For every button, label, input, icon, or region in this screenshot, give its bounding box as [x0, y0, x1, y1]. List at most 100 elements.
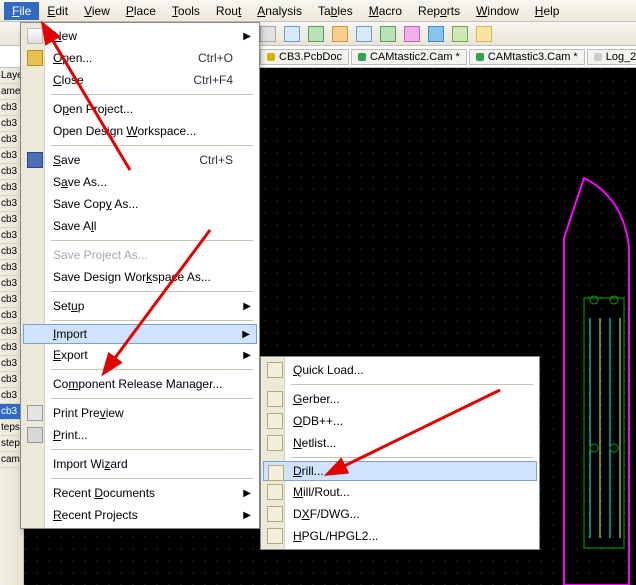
toolbar-icon[interactable]	[260, 26, 276, 42]
menu-file[interactable]: File	[4, 2, 39, 20]
menu-label: ODB++...	[293, 414, 343, 428]
file-menu-setup[interactable]: Setup▶	[23, 295, 257, 317]
menu-tools[interactable]: Tools	[164, 2, 208, 20]
menu-label: Print...	[53, 428, 88, 442]
menu-macro[interactable]: Macro	[361, 2, 410, 20]
file-menu-save-all[interactable]: Save All	[23, 215, 257, 237]
import-item-icon	[267, 391, 283, 407]
file-menu-open-project[interactable]: Open Project...	[23, 98, 257, 120]
open-icon	[27, 50, 43, 66]
menu-label: Quick Load...	[293, 363, 364, 377]
import-item-icon	[267, 435, 283, 451]
file-menu-print-preview[interactable]: Print Preview	[23, 402, 257, 424]
menu-label: New	[53, 29, 77, 43]
toolbar-icon[interactable]	[428, 26, 444, 42]
toolbar-icon[interactable]	[356, 26, 372, 42]
import-item-icon	[267, 362, 283, 378]
import-item-icon	[268, 465, 284, 481]
file-menu-import[interactable]: Import ▶	[23, 324, 257, 344]
import-item-icon	[267, 413, 283, 429]
file-menu-import-wizard[interactable]: Import Wizard	[23, 453, 257, 475]
shortcut: Ctrl+F4	[193, 73, 233, 87]
menu-window[interactable]: Window	[468, 2, 527, 20]
shortcut: Ctrl+S	[199, 153, 233, 167]
tab-camtastic2[interactable]: CAMtastic2.Cam *	[351, 49, 467, 65]
import-dxf-dwg[interactable]: DXF/DWG...	[263, 503, 537, 525]
file-menu-save-copy-as[interactable]: Save Copy As...	[23, 193, 257, 215]
submenu-arrow-icon: ▶	[243, 510, 251, 521]
save-icon	[27, 152, 43, 168]
menubar: File Edit View Place Tools Rout Analysis…	[0, 0, 636, 22]
file-menu-component-release-manager[interactable]: Component Release Manager...	[23, 373, 257, 395]
menu-label: Open...	[53, 51, 92, 65]
file-menu-new[interactable]: New ▶	[23, 25, 257, 47]
menu-label: Drill...	[293, 464, 324, 478]
menu-tables[interactable]: Tables	[310, 2, 361, 20]
pcb-icon	[267, 53, 275, 61]
import-quick-load[interactable]: Quick Load...	[263, 359, 537, 381]
import-item-icon	[267, 506, 283, 522]
import-drill[interactable]: Drill...	[263, 461, 537, 481]
menu-view[interactable]: View	[76, 2, 118, 20]
import-odb[interactable]: ODB++...	[263, 410, 537, 432]
file-menu-save[interactable]: Save Ctrl+S	[23, 149, 257, 171]
log-icon	[594, 53, 602, 61]
file-menu: New ▶ Open...Ctrl+OCloseCtrl+F4 Open Projec…	[20, 22, 260, 529]
menu-label: Open Project...	[53, 102, 133, 116]
submenu-arrow-icon: ▶	[243, 488, 251, 499]
file-menu-open[interactable]: Open...Ctrl+O	[23, 47, 257, 69]
menu-label: DXF/DWG...	[293, 507, 360, 521]
import-mill-rout[interactable]: Mill/Rout...	[263, 481, 537, 503]
menu-reports[interactable]: Reports	[410, 2, 468, 20]
file-menu-recent-projects[interactable]: Recent Projects▶	[23, 504, 257, 526]
menu-help[interactable]: Help	[527, 2, 568, 20]
menu-label: Open Design Workspace...	[53, 124, 196, 138]
menu-analysis[interactable]: Analysis	[249, 2, 310, 20]
tab-cb3[interactable]: CB3.PcbDoc	[260, 49, 349, 65]
import-netlist[interactable]: Netlist...	[263, 432, 537, 454]
toolbar-icon[interactable]	[452, 26, 468, 42]
new-icon	[27, 28, 43, 44]
toolbar-icon[interactable]	[308, 26, 324, 42]
menu-label: Save Design Workspace As...	[53, 270, 211, 284]
file-menu-save-design-workspace-as[interactable]: Save Design Workspace As...	[23, 266, 257, 288]
tab-camtastic3[interactable]: CAMtastic3.Cam *	[469, 49, 585, 65]
toolbar-icon[interactable]	[404, 26, 420, 42]
menu-label: Mill/Rout...	[293, 485, 350, 499]
toolbar-icon[interactable]	[380, 26, 396, 42]
file-menu-save-as[interactable]: Save As...	[23, 171, 257, 193]
cam-icon	[358, 53, 366, 61]
file-menu-open-design-workspace[interactable]: Open Design Workspace...	[23, 120, 257, 142]
menu-label: Export	[53, 348, 88, 362]
file-menu-recent-documents[interactable]: Recent Documents▶	[23, 482, 257, 504]
submenu-arrow-icon: ▶	[242, 329, 250, 340]
menu-label: Netlist...	[293, 436, 336, 450]
menu-rout[interactable]: Rout	[208, 2, 249, 20]
menu-edit[interactable]: Edit	[39, 2, 76, 20]
toolbar-icon[interactable]	[284, 26, 300, 42]
menu-place[interactable]: Place	[118, 2, 164, 20]
menu-label: Import	[53, 327, 87, 341]
toolbar-icon[interactable]	[476, 26, 492, 42]
import-gerber[interactable]: Gerber...	[263, 388, 537, 410]
menu-label: Save	[53, 153, 80, 167]
menu-label: Save All	[53, 219, 96, 233]
menu-label: Setup	[53, 299, 84, 313]
menu-label: Gerber...	[293, 392, 340, 406]
menu-label: Print Preview	[53, 406, 124, 420]
import-item-icon	[267, 528, 283, 544]
import-item-icon	[267, 484, 283, 500]
file-menu-print[interactable]: Print...	[23, 424, 257, 446]
file-menu-save-project-as: Save Project As...	[23, 244, 257, 266]
toolbar-icon[interactable]	[332, 26, 348, 42]
menu-label: Component Release Manager...	[53, 377, 222, 391]
file-menu-export[interactable]: Export ▶	[23, 344, 257, 366]
import-hpgl-hpgl[interactable]: HPGL/HPGL2...	[263, 525, 537, 547]
import-submenu: Quick Load... Gerber... ODB++... Netlist...…	[260, 356, 540, 550]
submenu-arrow-icon: ▶	[243, 350, 251, 361]
submenu-arrow-icon: ▶	[243, 31, 251, 42]
cam-icon	[476, 53, 484, 61]
tab-log201[interactable]: Log_201	[587, 49, 636, 65]
file-menu-close[interactable]: CloseCtrl+F4	[23, 69, 257, 91]
menu-label: Save Copy As...	[53, 197, 138, 211]
